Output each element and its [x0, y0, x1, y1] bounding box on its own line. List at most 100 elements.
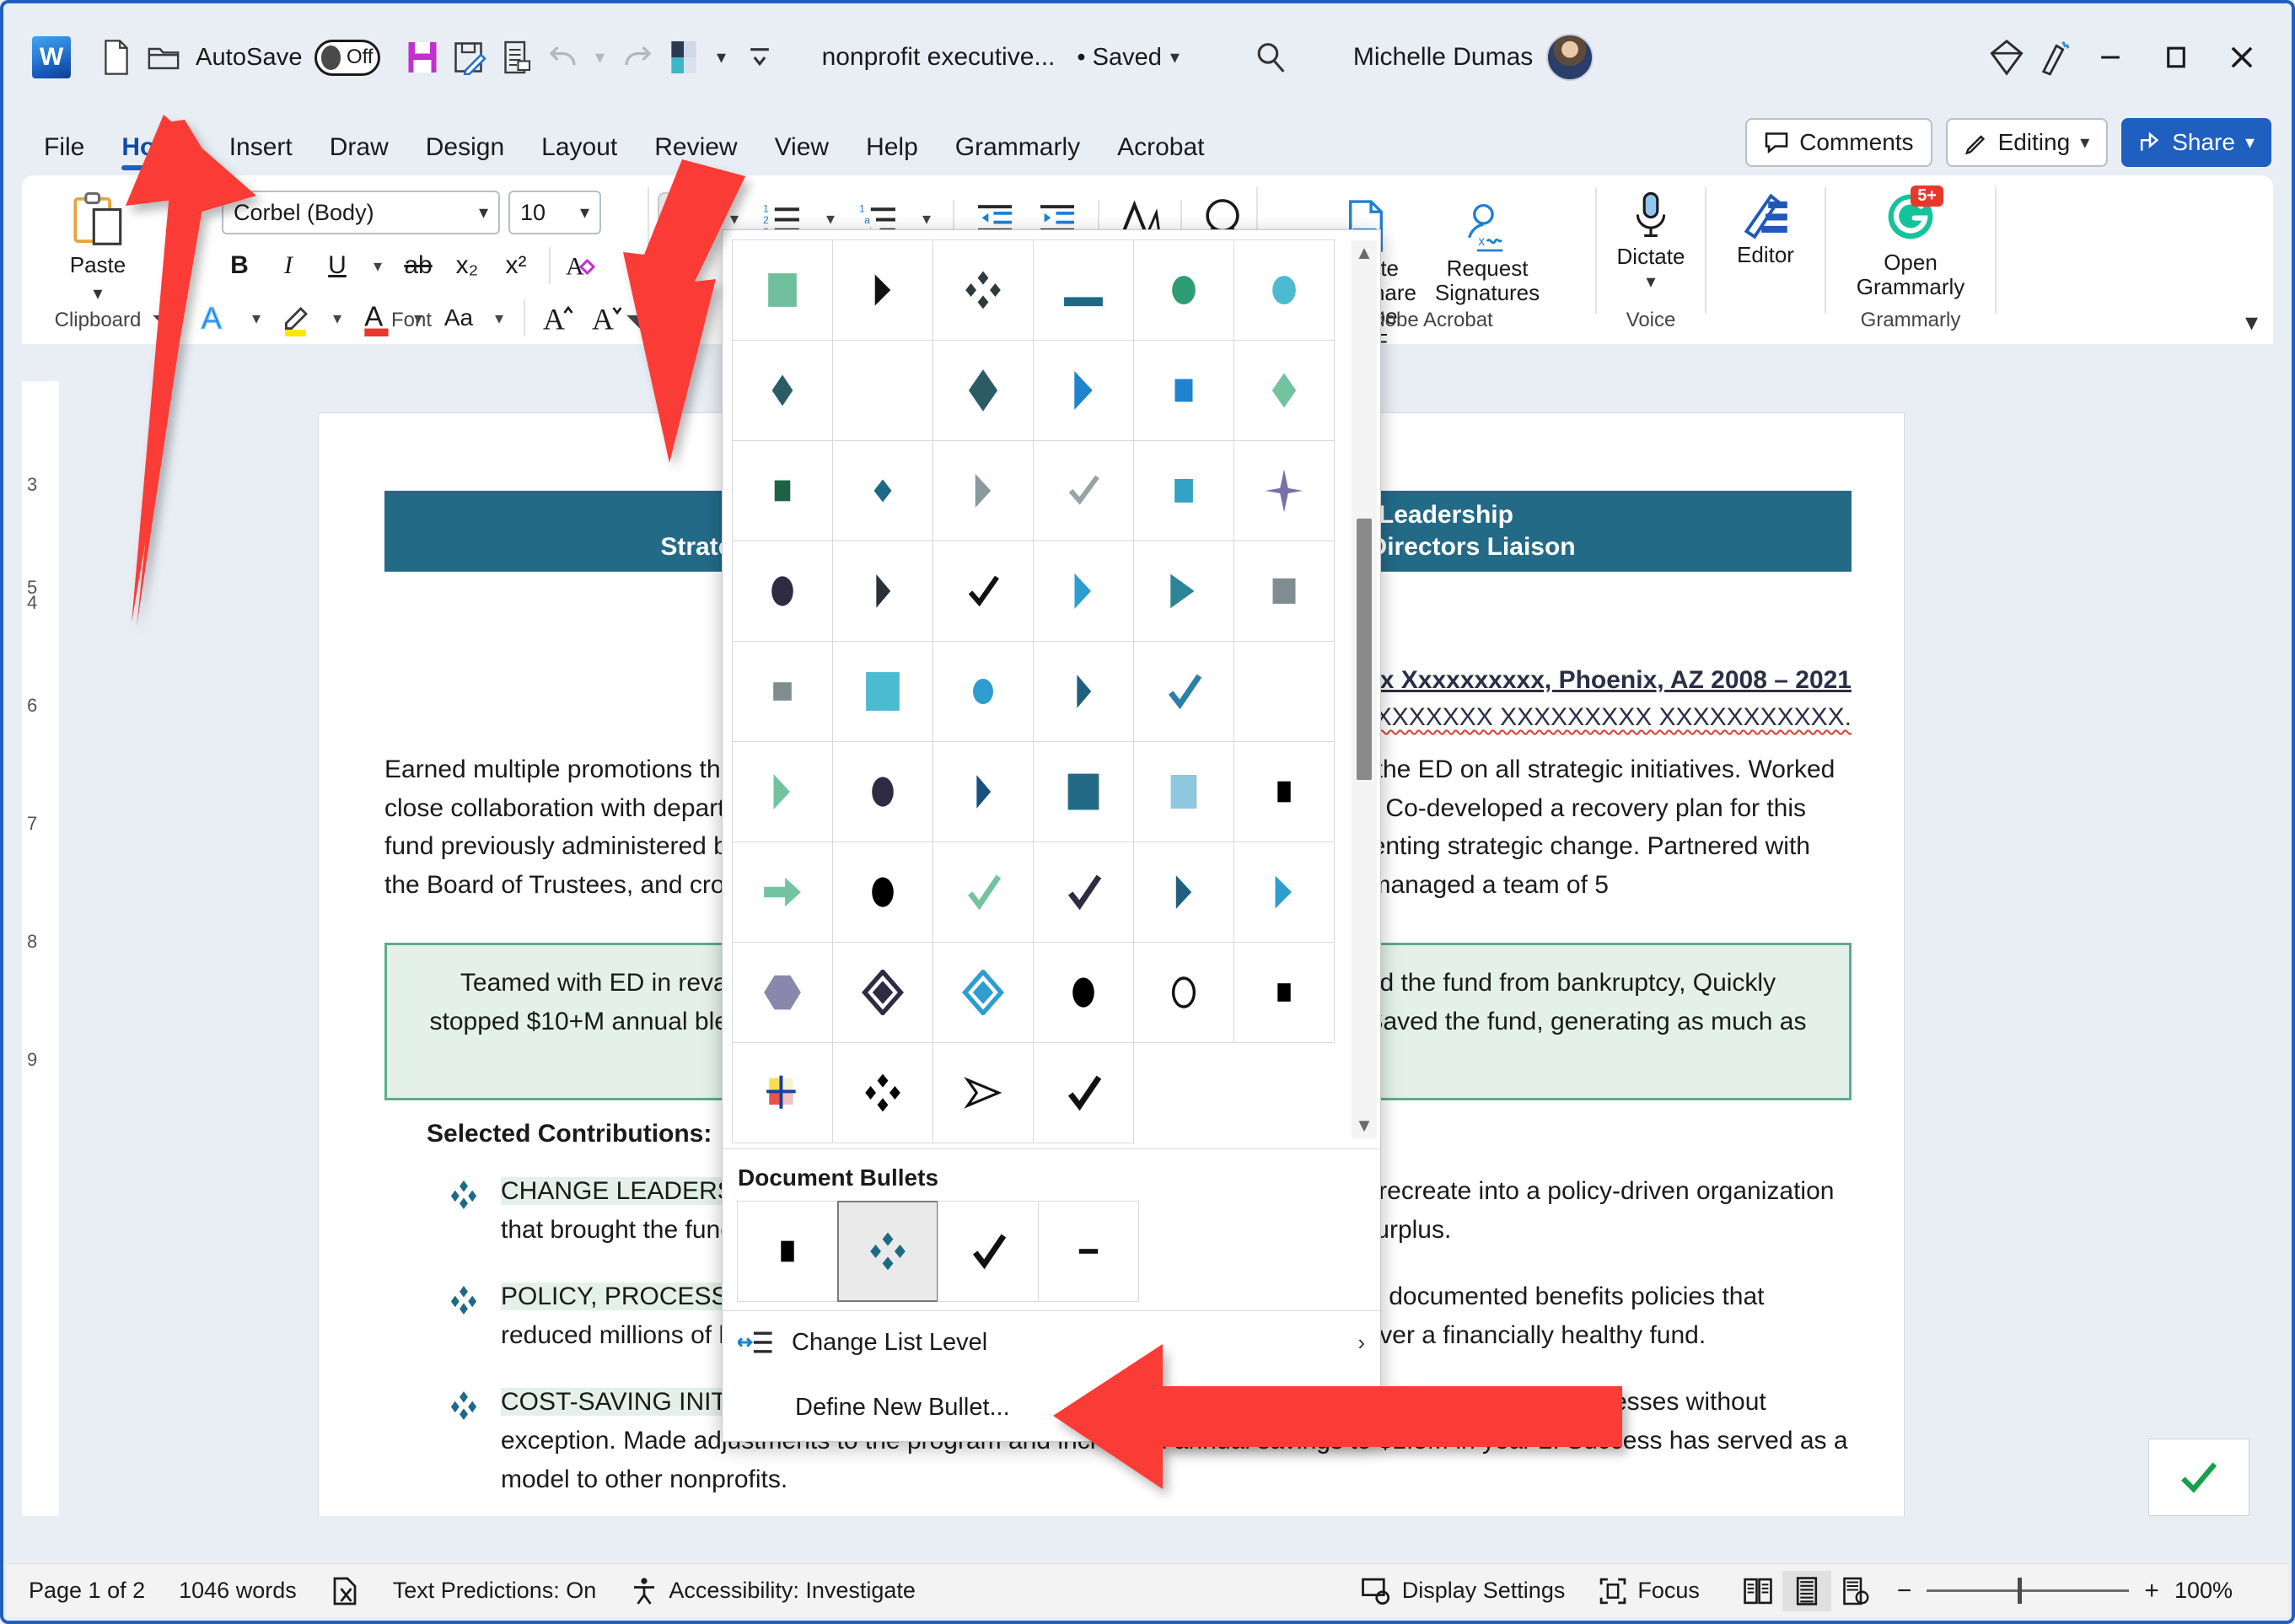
save-as-icon[interactable]: [446, 33, 493, 82]
bullet-library-dropdown[interactable]: ▲ ▼ Document Bullets Change List Level ›…: [722, 229, 1381, 1442]
collapse-ribbon-button[interactable]: ▾: [2245, 308, 2258, 337]
bullet-diamond-darkteal-large[interactable]: [933, 340, 1034, 441]
tab-view[interactable]: View: [756, 133, 847, 175]
bullet-colorful-cross[interactable]: [732, 1042, 833, 1143]
bullet-four-diamonds-black[interactable]: [832, 1042, 933, 1143]
define-new-bullet-item[interactable]: Define New Bullet...: [723, 1374, 1380, 1441]
doc-bullet-four-diamonds-teal[interactable]: [837, 1201, 938, 1302]
autosave-toggle[interactable]: Off: [314, 40, 380, 76]
bullet-triangle-darkblue[interactable]: [1033, 641, 1134, 742]
avatar[interactable]: [1546, 34, 1594, 81]
bullet-triangle-black[interactable]: [832, 239, 933, 341]
font-dialog-launcher[interactable]: ◥: [626, 310, 641, 332]
bullet-check-gray[interactable]: [1033, 440, 1134, 541]
font-size-combo[interactable]: 10 ▾: [508, 191, 601, 234]
bullet-rect-cyan-large[interactable]: [832, 641, 933, 742]
doc-bullet-check-black[interactable]: [938, 1201, 1039, 1302]
bullet-triangle-navy[interactable]: [933, 741, 1034, 842]
zoom-in-button[interactable]: +: [2144, 1577, 2159, 1605]
scroll-up-icon[interactable]: ▲: [1352, 240, 1377, 266]
bullet-triangle-green[interactable]: [732, 741, 833, 842]
bullet-rect-lightblue[interactable]: [1133, 741, 1234, 842]
bullet-ellipse-green[interactable]: [1133, 239, 1234, 341]
comments-button[interactable]: Comments: [1745, 118, 1932, 167]
undo-dropdown-icon[interactable]: ▾: [588, 33, 613, 82]
bullet-ellipse-darkpurple[interactable]: [732, 540, 833, 642]
bullet-rect-gray[interactable]: [1233, 540, 1335, 642]
bullet-ellipse-cyan[interactable]: [1233, 239, 1335, 341]
saved-status[interactable]: • Saved ▾: [1077, 44, 1180, 72]
zoom-out-button[interactable]: −: [1897, 1577, 1912, 1605]
theme-dropdown-icon[interactable]: ▾: [707, 33, 736, 82]
proofing-errors-icon[interactable]: [331, 1576, 359, 1606]
bullet-triangle-blue-2[interactable]: [1033, 540, 1134, 642]
scrollbar-thumb[interactable]: [1357, 519, 1372, 780]
user-name[interactable]: Michelle Dumas: [1353, 43, 1533, 72]
open-folder-icon[interactable]: [140, 33, 187, 82]
bullet-diamond-outline-blue[interactable]: [933, 942, 1034, 1043]
text-predictions-status[interactable]: Text Predictions: On: [393, 1578, 597, 1604]
accessibility-status[interactable]: Accessibility: Investigate: [630, 1576, 916, 1606]
resize-grip[interactable]: [1360, 1424, 1373, 1438]
diamond-icon[interactable]: [1983, 33, 2030, 82]
open-grammarly-button[interactable]: 5+ Open Grammarly: [1835, 180, 1986, 299]
zoom-slider-handle[interactable]: [2018, 1578, 2022, 1604]
zoom-slider[interactable]: [1927, 1589, 2129, 1592]
bullet-ellipse-blue[interactable]: [933, 641, 1034, 742]
new-document-icon[interactable]: [93, 33, 140, 82]
customize-qat-icon[interactable]: [736, 33, 783, 82]
bullet-dash-teal[interactable]: [1033, 239, 1134, 341]
tab-home[interactable]: Home: [103, 133, 210, 175]
clear-formatting-icon[interactable]: A: [561, 245, 606, 287]
bullet-diamond-darkteal[interactable]: [732, 340, 833, 441]
bullet-square-gray[interactable]: [732, 641, 833, 742]
font-name-combo[interactable]: Corbel (Body) ▾: [222, 191, 500, 234]
dictate-button[interactable]: Dictate ▾: [1600, 180, 1701, 293]
bullet-blank-2[interactable]: [1233, 641, 1335, 742]
redo-icon[interactable]: [613, 33, 660, 82]
bullet-triangle-darkblue-2[interactable]: [1133, 842, 1234, 943]
italic-button[interactable]: I: [266, 245, 311, 287]
tab-draw[interactable]: Draw: [311, 133, 407, 175]
bullet-diamond-teal[interactable]: [832, 440, 933, 541]
minimize-button[interactable]: [2077, 28, 2143, 87]
print-preview-icon[interactable]: [493, 33, 540, 82]
paste-button[interactable]: Paste ▾: [47, 180, 148, 304]
doc-bullet-dash-black[interactable]: [1038, 1201, 1139, 1302]
bullet-diamond-green[interactable]: [1233, 340, 1335, 441]
strikethrough-button[interactable]: ab: [395, 245, 441, 287]
print-layout-button[interactable]: [1782, 1571, 1831, 1611]
bullet-check-green[interactable]: [933, 842, 1034, 943]
tab-layout[interactable]: Layout: [523, 133, 636, 175]
document-title[interactable]: nonprofit executive...: [822, 43, 1056, 72]
superscript-button[interactable]: x²: [493, 245, 539, 287]
bullet-diamond-outline-dark[interactable]: [832, 942, 933, 1043]
doc-bullet-square-black[interactable]: [737, 1201, 838, 1302]
tab-design[interactable]: Design: [407, 133, 523, 175]
chevron-down-icon[interactable]: ▾: [93, 282, 102, 304]
bullet-check-black-2[interactable]: [1033, 1042, 1134, 1143]
tab-acrobat[interactable]: Acrobat: [1099, 133, 1223, 175]
bullet-square-darkgreen[interactable]: [732, 440, 833, 541]
tab-review[interactable]: Review: [636, 133, 755, 175]
bullet-arrow-green[interactable]: [732, 842, 833, 943]
search-icon[interactable]: [1247, 33, 1294, 82]
save-icon[interactable]: [399, 33, 446, 82]
bold-button[interactable]: B: [217, 245, 262, 287]
bullet-four-diamonds-dark[interactable]: [933, 239, 1034, 341]
accept-change-check-icon[interactable]: [2148, 1438, 2249, 1516]
bullet-check-blue[interactable]: [1133, 641, 1234, 742]
bullet-square-black[interactable]: [1233, 741, 1335, 842]
read-mode-button[interactable]: [1733, 1571, 1782, 1611]
chevron-down-icon[interactable]: ▾: [1646, 271, 1655, 293]
bullets-button[interactable]: [658, 192, 715, 245]
bullet-blank[interactable]: [832, 340, 933, 441]
share-button[interactable]: Share ▾: [2121, 118, 2271, 167]
bullet-ellipse-black[interactable]: [832, 842, 933, 943]
web-layout-button[interactable]: [1831, 1571, 1880, 1611]
focus-button[interactable]: Focus: [1599, 1577, 1700, 1605]
display-settings-button[interactable]: Display Settings: [1360, 1577, 1566, 1605]
tab-help[interactable]: Help: [847, 133, 937, 175]
status-page[interactable]: Page 1 of 2: [29, 1578, 145, 1604]
bullet-rect-green[interactable]: [732, 239, 833, 341]
